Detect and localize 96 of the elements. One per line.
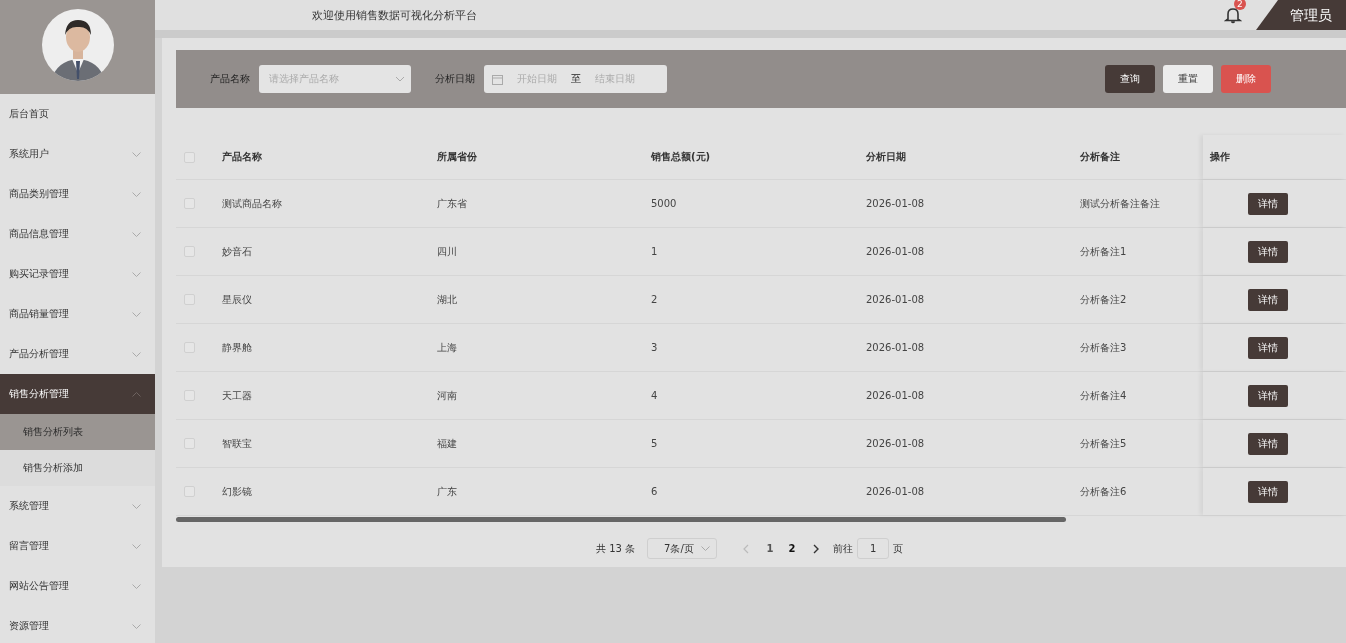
details-button[interactable]: 详情 [1248, 336, 1288, 359]
details-button[interactable]: 详情 [1248, 192, 1288, 215]
menu-item[interactable]: 销售分析管理 [0, 374, 155, 414]
chevron-down-icon [701, 546, 711, 551]
chevron-down-icon [132, 623, 141, 629]
table-cell-text: 测试分析备注备注 [1079, 196, 1161, 211]
field-label: 分析日期 [435, 72, 475, 86]
goto-label: 前往 [833, 541, 854, 556]
table-cell-text: 上海 [436, 340, 458, 355]
table-cell-text: 2026-01-08 [865, 485, 926, 499]
table-cell-text: 2026-01-08 [865, 341, 926, 355]
table-cell-text: 测试商品名称 [221, 196, 283, 211]
chevron-up-icon [132, 391, 141, 397]
user-menu[interactable]: 管理员 [1256, 0, 1346, 30]
column-header: 分析日期 [865, 150, 907, 164]
menu-item[interactable]: 商品类别管理 [0, 174, 155, 214]
menu-item[interactable]: 系统管理 [0, 486, 155, 526]
menu-item[interactable]: 商品销量管理 [0, 294, 155, 334]
chevron-down-icon [132, 231, 141, 237]
table-cell-text: 星辰仪 [221, 292, 253, 307]
table-cell-text: 2026-01-08 [865, 437, 926, 451]
table-cell-text: 2 [650, 293, 659, 307]
chevron-down-icon [132, 271, 141, 277]
table-cell-text: 妙音石 [221, 244, 253, 259]
submenu-item[interactable]: 销售分析添加 [0, 450, 155, 486]
page-input[interactable]: 1 [857, 538, 890, 559]
table-cell-text: 广东 [436, 484, 458, 499]
table-cell-text: 2026-01-08 [865, 197, 926, 211]
page-number[interactable]: 1 [759, 543, 782, 554]
page-number[interactable]: 2 [781, 543, 804, 554]
chevron-down-icon [132, 503, 141, 509]
table-cell-text: 智联宝 [221, 436, 253, 451]
delete-button[interactable]: 删除 [1221, 65, 1271, 93]
table-cell-text: 分析备注1 [1079, 244, 1128, 259]
details-button[interactable]: 详情 [1248, 384, 1288, 407]
chevron-down-icon [132, 191, 141, 197]
next-page-icon[interactable] [813, 543, 820, 554]
menu-item[interactable]: 商品信息管理 [0, 214, 155, 254]
previous-page-icon[interactable] [743, 543, 750, 554]
site-title: 欢迎使用销售数据可视化分析平台 [312, 7, 477, 23]
menu-item[interactable]: 系统用户 [0, 134, 155, 174]
table-cell-text: 分析备注3 [1079, 340, 1128, 355]
menu-item[interactable]: 后台首页 [0, 94, 155, 134]
table-cell-text: 5000 [650, 197, 678, 211]
details-button[interactable]: 详情 [1248, 480, 1288, 503]
chevron-down-icon [132, 151, 141, 157]
table-cell-text: 分析备注4 [1079, 388, 1128, 403]
table-cell-text: 2026-01-08 [865, 245, 926, 259]
table-cell-text: 静界舱 [221, 340, 253, 355]
chevron-down-icon [132, 311, 141, 317]
table-cell-text: 4 [650, 389, 659, 403]
table-cell-text: 幻影镜 [221, 484, 253, 499]
table-cell-text: 河南 [436, 388, 458, 403]
table-cell-text: 分析备注5 [1079, 436, 1128, 451]
menu-item[interactable]: 产品分析管理 [0, 334, 155, 374]
page-suffix: 页 [893, 541, 904, 556]
table-cell-text: 5 [650, 437, 659, 451]
table-cell-text: 分析备注2 [1079, 292, 1128, 307]
details-button[interactable]: 详情 [1248, 288, 1288, 311]
chevron-down-icon [132, 543, 141, 549]
column-header: 销售总额(元) [650, 150, 712, 164]
table-cell-text: 分析备注6 [1079, 484, 1128, 499]
chevron-down-icon [395, 76, 405, 82]
field-label: 产品名称 [210, 72, 250, 86]
column-header: 所属省份 [436, 150, 478, 164]
menu-item[interactable]: 购买记录管理 [0, 254, 155, 294]
table-cell-text: 四川 [436, 244, 458, 259]
menu-item[interactable]: 网站公告管理 [0, 566, 155, 606]
table-cell-text: 1 [650, 245, 659, 259]
scrollbar-thumb[interactable] [176, 517, 1066, 522]
page-size-select[interactable]: 7条/页 [647, 538, 718, 559]
chevron-down-icon [132, 351, 141, 357]
column-header: 分析备注 [1079, 150, 1121, 164]
table-cell-text: 2026-01-08 [865, 389, 926, 403]
column-header: 操作 [1203, 135, 1346, 179]
table-cell-text: 广东省 [436, 196, 468, 211]
total-count: 共 13 条 [596, 541, 636, 556]
column-header: 产品名称 [221, 150, 263, 164]
details-button[interactable]: 详情 [1248, 432, 1288, 455]
notification-badge: 2 [1234, 0, 1246, 10]
chevron-down-icon [132, 583, 141, 589]
table-cell-text: 3 [650, 341, 659, 355]
table-cell-text: 湖北 [436, 292, 458, 307]
reset-button[interactable]: 重置 [1163, 65, 1213, 93]
calendar-icon [492, 73, 503, 85]
menu-item[interactable]: 留言管理 [0, 526, 155, 566]
menu-item[interactable]: 资源管理 [0, 606, 155, 643]
bell-icon[interactable] [1224, 6, 1242, 24]
search-button[interactable]: 查询 [1105, 65, 1155, 93]
table-cell-text: 天工器 [221, 388, 253, 403]
range-separator: 至 [571, 72, 581, 86]
table-cell-text: 6 [650, 485, 659, 499]
table-cell-text: 福建 [436, 436, 458, 451]
table-cell-text: 2026-01-08 [865, 293, 926, 307]
submenu-item[interactable]: 销售分析列表 [0, 414, 155, 450]
details-button[interactable]: 详情 [1248, 240, 1288, 263]
